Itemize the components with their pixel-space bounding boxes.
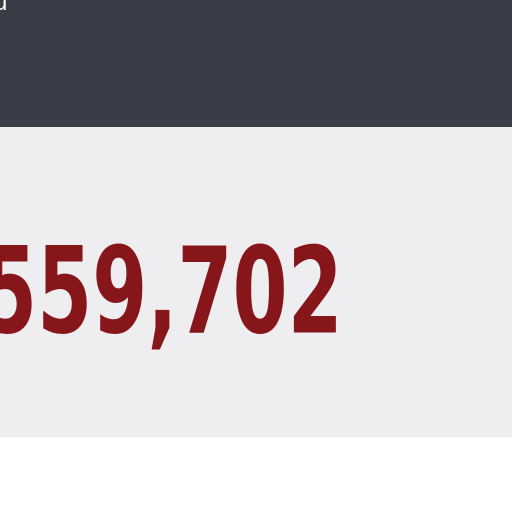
header-title-fragment: u [0,0,8,16]
stat-panel: 559,702 [0,127,512,437]
stat-value: 559,702 [0,221,343,361]
stat-container: 559,702 [0,231,402,371]
top-header-bar: u [0,0,512,127]
page-background [0,437,512,512]
